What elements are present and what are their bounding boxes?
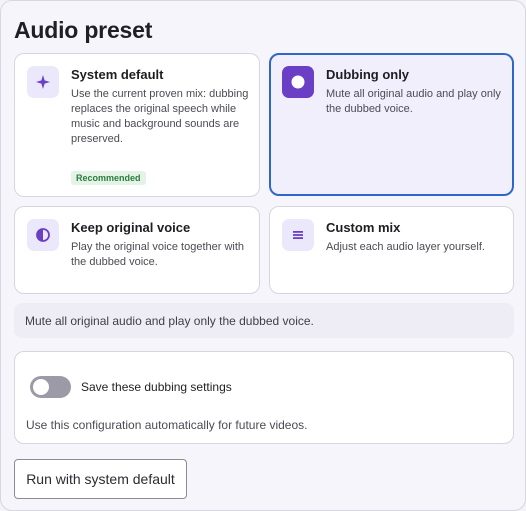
audio-preset-panel: Audio preset System default Use the curr… [0, 0, 526, 511]
preset-card-system-default[interactable]: System default Use the current proven mi… [14, 53, 260, 197]
selection-note: Mute all original audio and play only th… [14, 303, 514, 338]
toggle-knob [33, 379, 49, 395]
preset-card-dubbing-only[interactable]: Dubbing only Mute all original audio and… [269, 53, 514, 196]
preset-description: Use the current proven mix: dubbing repl… [71, 88, 249, 145]
preset-description: Mute all original audio and play only th… [326, 88, 501, 115]
save-settings-description: Use this configuration automatically for… [26, 418, 308, 432]
half-circle-icon [27, 219, 59, 251]
layers-icon [282, 219, 314, 251]
save-settings-box: Save these dubbing settings Use this con… [14, 351, 514, 444]
preset-title: Dubbing only [326, 67, 410, 82]
run-with-system-default-button[interactable]: Run with system default [14, 459, 187, 499]
preset-description: Adjust each audio layer yourself. [326, 241, 485, 253]
sparkle-icon [27, 66, 59, 98]
preset-title: Keep original voice [71, 220, 191, 235]
save-settings-label: Save these dubbing settings [81, 380, 232, 394]
preset-description: Play the original voice together with th… [71, 241, 245, 268]
preset-title: System default [71, 67, 164, 82]
preset-card-keep-original-voice[interactable]: Keep original voice Play the original vo… [14, 206, 260, 294]
preset-title: Custom mix [326, 220, 401, 235]
save-settings-toggle[interactable] [30, 376, 71, 398]
page-title: Audio preset [14, 17, 153, 43]
preset-card-custom-mix[interactable]: Custom mix Adjust each audio layer yours… [269, 206, 514, 294]
recommended-badge: Recommended [71, 171, 146, 185]
record-circle-icon [282, 66, 314, 98]
